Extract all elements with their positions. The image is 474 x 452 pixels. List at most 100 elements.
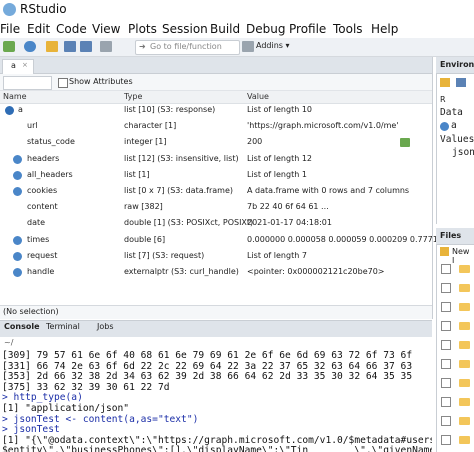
view-in-viewer-icon[interactable]	[400, 138, 410, 148]
save-icon[interactable]	[64, 41, 76, 52]
cell-value: 'https://graph.microsoft.com/v1.0/me'	[247, 121, 399, 131]
folder-icon[interactable]	[459, 322, 470, 330]
menu-edit[interactable]: Edit	[27, 22, 50, 36]
addins-button[interactable]: Addins ▾	[256, 41, 290, 50]
table-row[interactable]: a list [10] (S3: response) List of length …	[0, 103, 432, 118]
expand-icon[interactable]	[13, 268, 22, 277]
menu-code[interactable]: Code	[56, 22, 87, 36]
cell-type: double [1] (S3: POSIXct, POSIXt)	[124, 218, 254, 228]
expand-icon[interactable]	[13, 251, 22, 261]
new-folder-button[interactable]: New I	[452, 247, 474, 265]
expand-icon[interactable]	[440, 122, 449, 131]
table-row[interactable]: all_headers list [1] List of length 1	[0, 168, 432, 183]
file-row-checkbox[interactable]	[441, 321, 451, 331]
file-row-checkbox[interactable]	[441, 264, 451, 274]
close-icon[interactable]: ×	[22, 61, 28, 69]
cell-name: date	[27, 218, 46, 228]
open-file-icon[interactable]	[46, 41, 58, 52]
tab-files[interactable]: Files	[440, 231, 461, 240]
new-file-icon[interactable]	[3, 41, 15, 52]
table-row[interactable]: handle externalptr (S3: curl_handle) <poin…	[0, 265, 432, 280]
env-section-data: Data	[440, 107, 463, 118]
cell-name: url	[27, 121, 38, 131]
folder-icon[interactable]	[459, 341, 470, 349]
file-row-checkbox[interactable]	[441, 435, 451, 445]
cell-type: character [1]	[124, 121, 177, 131]
tab-console[interactable]: Console	[4, 322, 40, 331]
cell-type: integer [1]	[124, 137, 167, 147]
menu-file[interactable]: File	[0, 22, 20, 36]
menu-build[interactable]: Build	[210, 22, 240, 36]
goto-file-input[interactable]: ➜ Go to file/function	[135, 40, 240, 55]
table-row[interactable]: times double [6] 0.000000 0.000058 0.00005…	[0, 233, 458, 248]
menu-session[interactable]: Session	[162, 22, 208, 36]
expand-icon[interactable]	[13, 170, 22, 180]
file-row-checkbox[interactable]	[441, 340, 451, 350]
table-row[interactable]: date double [1] (S3: POSIXct, POSIXt) 2021…	[0, 216, 432, 231]
tab-jobs[interactable]: Jobs	[97, 322, 114, 331]
filter-input[interactable]	[3, 76, 52, 90]
tab-terminal[interactable]: Terminal	[46, 322, 80, 331]
menu-plots[interactable]: Plots	[128, 22, 157, 36]
print-icon[interactable]	[100, 41, 112, 52]
env-item-json[interactable]: json	[452, 147, 474, 158]
table-row[interactable]: url character [1] 'https://graph.microsoft…	[0, 119, 432, 134]
console-output-line: [1] "application/json"	[2, 403, 130, 414]
expand-icon[interactable]	[13, 154, 22, 164]
folder-icon[interactable]	[459, 360, 470, 368]
folder-icon[interactable]	[459, 284, 470, 292]
folder-icon[interactable]	[459, 417, 470, 425]
column-header-value[interactable]: Value	[247, 92, 269, 101]
goto-placeholder: Go to file/function	[150, 42, 222, 51]
column-header-name[interactable]: Name	[3, 92, 27, 101]
table-row[interactable]: cookies list [0 x 7] (S3: data.frame) A da…	[0, 184, 432, 199]
cell-value: List of length 1	[247, 169, 307, 179]
folder-icon[interactable]	[459, 436, 470, 444]
selection-status-text: (No selection)	[3, 307, 59, 316]
new-project-icon[interactable]	[24, 41, 36, 52]
show-attributes-checkbox[interactable]	[58, 78, 68, 88]
save-all-icon[interactable]	[80, 41, 92, 52]
folder-icon[interactable]	[459, 303, 470, 311]
save-workspace-icon[interactable]	[456, 78, 466, 87]
cell-type: list [10] (S3: response)	[124, 105, 216, 114]
cell-value: List of length 10	[247, 105, 313, 114]
chevron-down-icon: ▾	[285, 41, 290, 50]
file-row-checkbox[interactable]	[441, 302, 451, 312]
workspace-panes-icon[interactable]	[242, 41, 254, 52]
expand-icon[interactable]	[13, 235, 22, 245]
table-row[interactable]: headers list [12] (S3: insensitive, list)…	[0, 152, 432, 167]
cell-type: list [7] (S3: request)	[124, 250, 205, 260]
r-environment-select[interactable]: R	[440, 95, 446, 104]
menu-tools[interactable]: Tools	[333, 22, 363, 36]
console-output[interactable]: [309] 79 57 61 6e 6f 40 68 61 6e 79 69 6…	[0, 350, 432, 452]
tab-environment[interactable]: Environm	[440, 60, 474, 69]
folder-icon[interactable]	[459, 398, 470, 406]
menu-profile[interactable]: Profile	[289, 22, 326, 36]
file-row-checkbox[interactable]	[441, 283, 451, 293]
table-row[interactable]: request list [7] (S3: request) List of len…	[0, 249, 432, 264]
tab-viewer-a[interactable]: a ×	[2, 59, 34, 74]
menu-view[interactable]: View	[92, 22, 120, 36]
table-row[interactable]: status_code integer [1] 200	[0, 135, 432, 150]
collapse-icon[interactable]	[5, 106, 14, 115]
env-section-values: Values	[440, 134, 474, 145]
column-header-type[interactable]: Type	[124, 92, 142, 101]
file-row-checkbox[interactable]	[441, 416, 451, 426]
menu-debug[interactable]: Debug	[246, 22, 285, 36]
load-workspace-icon[interactable]	[440, 78, 450, 87]
cell-name: content	[27, 202, 58, 212]
env-item-a[interactable]: a	[451, 120, 457, 131]
file-row-checkbox[interactable]	[441, 359, 451, 369]
table-row[interactable]: content raw [382] 7b 22 40 6f 64 61 ...	[0, 200, 432, 215]
file-row-checkbox[interactable]	[441, 397, 451, 407]
cell-type: raw [382]	[124, 202, 163, 212]
file-row-checkbox[interactable]	[441, 378, 451, 388]
menu-help[interactable]: Help	[371, 22, 398, 36]
cell-name: all_headers	[27, 169, 73, 179]
folder-icon[interactable]	[459, 379, 470, 387]
new-folder-icon[interactable]	[440, 247, 449, 256]
cell-value: List of length 12	[247, 153, 313, 163]
expand-icon[interactable]	[13, 187, 22, 196]
folder-icon[interactable]	[459, 265, 470, 273]
